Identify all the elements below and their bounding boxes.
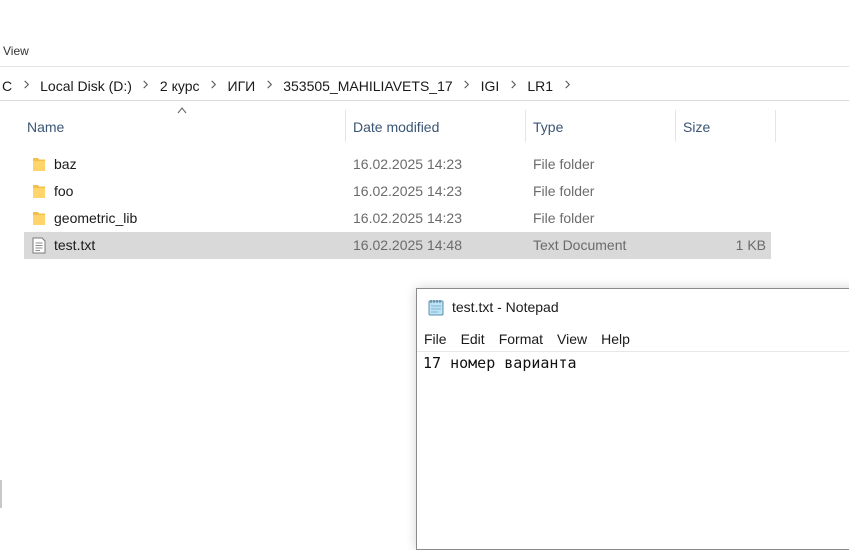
chevron-right-icon[interactable]: [455, 80, 479, 92]
column-divider[interactable]: [345, 110, 346, 142]
notepad-icon: [428, 300, 444, 316]
sort-ascending-icon: [177, 107, 187, 114]
scrollbar-edge[interactable]: [0, 480, 2, 508]
file-row-test-txt[interactable]: test.txt 16.02.2025 14:48 Text Document …: [24, 232, 771, 259]
folder-icon: [33, 185, 45, 198]
file-name: foo: [54, 183, 74, 199]
ribbon-divider: [0, 66, 849, 67]
notepad-title-bar[interactable]: test.txt - Notepad: [417, 289, 849, 325]
notepad-text-area[interactable]: 17 номер варианта: [423, 353, 849, 549]
file-type: File folder: [533, 210, 595, 226]
file-date: 16.02.2025 14:23: [353, 210, 462, 226]
file-size: 1 KB: [735, 237, 766, 253]
chevron-right-icon[interactable]: [202, 80, 226, 92]
breadcrumb-item-igi-ru[interactable]: ИГИ: [226, 78, 258, 94]
menu-format[interactable]: Format: [492, 331, 550, 347]
file-row-foo[interactable]: foo 16.02.2025 14:23 File folder: [24, 178, 771, 205]
file-type: File folder: [533, 183, 595, 199]
file-name: test.txt: [54, 237, 96, 253]
file-date: 16.02.2025 14:48: [353, 237, 462, 253]
text-file-icon: [32, 237, 46, 254]
file-name: baz: [54, 156, 77, 172]
menu-file[interactable]: File: [417, 331, 454, 347]
breadcrumb-item-local-disk[interactable]: Local Disk (D:): [38, 78, 134, 94]
file-date: 16.02.2025 14:23: [353, 156, 462, 172]
breadcrumb-item-course[interactable]: 2 курс: [158, 78, 202, 94]
column-divider[interactable]: [525, 110, 526, 142]
file-name: geometric_lib: [54, 210, 138, 226]
breadcrumb-item-student[interactable]: 353505_MAHILIAVETS_17: [281, 78, 454, 94]
menu-view[interactable]: View: [550, 331, 594, 347]
column-divider[interactable]: [675, 110, 676, 142]
chevron-right-icon[interactable]: [555, 80, 579, 92]
file-type: Text Document: [533, 237, 627, 253]
breadcrumb-item-igi[interactable]: IGI: [479, 78, 502, 94]
chevron-right-icon[interactable]: [134, 80, 158, 92]
column-header-name[interactable]: Name: [27, 112, 64, 142]
chevron-right-icon[interactable]: [501, 80, 525, 92]
notepad-title: test.txt - Notepad: [452, 299, 559, 315]
menu-help[interactable]: Help: [594, 331, 637, 347]
notepad-window[interactable]: test.txt - Notepad File Edit Format View…: [416, 288, 849, 550]
breadcrumb: C Local Disk (D:) 2 курс ИГИ 353505_MAHI…: [0, 72, 579, 100]
column-header-size[interactable]: Size: [683, 112, 710, 142]
column-header-type[interactable]: Type: [533, 112, 563, 142]
file-date: 16.02.2025 14:23: [353, 183, 462, 199]
file-row-baz[interactable]: baz 16.02.2025 14:23 File folder: [24, 151, 771, 178]
menu-edit[interactable]: Edit: [454, 331, 492, 347]
folder-icon: [33, 158, 45, 171]
chevron-right-icon[interactable]: [14, 80, 38, 92]
notepad-menu-bar: File Edit Format View Help: [417, 327, 849, 352]
breadcrumb-item-lr1[interactable]: LR1: [525, 78, 555, 94]
chevron-right-icon[interactable]: [257, 80, 281, 92]
ribbon-tab-view[interactable]: View: [3, 44, 29, 58]
column-divider[interactable]: [775, 110, 776, 142]
file-row-geometric-lib[interactable]: geometric_lib 16.02.2025 14:23 File fold…: [24, 205, 771, 232]
column-header-date[interactable]: Date modified: [353, 112, 439, 142]
file-type: File folder: [533, 156, 595, 172]
address-bar[interactable]: C Local Disk (D:) 2 курс ИГИ 353505_MAHI…: [0, 72, 849, 101]
folder-icon: [33, 212, 45, 225]
breadcrumb-item-pc[interactable]: C: [0, 78, 14, 94]
